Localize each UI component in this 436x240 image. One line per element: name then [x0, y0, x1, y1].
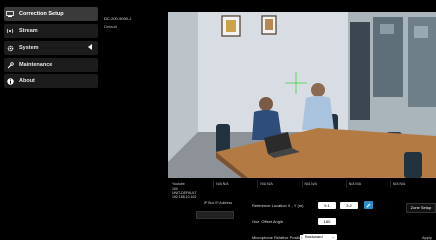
sidebar-item-maintenance[interactable]: Maintenance	[4, 58, 98, 72]
sidebar-item-about[interactable]: About	[4, 74, 98, 88]
settings-panel: Youtube N/A N/A N/A N/A N/A N/A N/A N/A …	[168, 178, 436, 240]
header-cell: N/A N/A	[389, 180, 434, 188]
header-cell: N/A N/A	[345, 180, 390, 188]
info-icon	[4, 77, 16, 85]
chevron-down-icon: ⌄	[331, 234, 335, 239]
camera-view[interactable]	[168, 12, 436, 178]
header-cell: N/A N/A	[213, 180, 257, 188]
sidebar-item-stream[interactable]: Stream	[4, 24, 98, 38]
sidebar-item-correction-setup[interactable]: Correction Setup	[4, 7, 98, 21]
reference-location-label: Reference Location X , Y (m)	[252, 203, 304, 208]
zone-setup-button[interactable]: Zone Setup	[406, 203, 436, 213]
stream-icon	[4, 28, 16, 34]
header-row: Youtube N/A N/A N/A N/A N/A N/A N/A N/A …	[170, 180, 434, 188]
sidebar-item-label: Stream	[19, 28, 38, 34]
pencil-icon	[366, 203, 371, 207]
header-cell: N/A N/A	[301, 180, 346, 188]
device-name: Default	[104, 24, 117, 29]
mic-position-value: Backward	[305, 234, 323, 239]
unit-info: 100 UNIT-DEFAULT 192.168.10.102	[172, 187, 197, 200]
wrench-icon	[4, 61, 16, 69]
edit-location-button[interactable]	[364, 201, 373, 209]
sidebar-item-system[interactable]: System	[4, 41, 98, 55]
monitor-icon	[4, 11, 16, 17]
header-cell: N/A N/A	[257, 180, 301, 188]
disabled-button[interactable]	[196, 211, 234, 219]
device-model: DC-200-9000-J	[104, 16, 132, 21]
hoz-offset-label: Hoz. Offset Angle	[252, 219, 284, 224]
reference-x-input[interactable]: 5.1	[318, 202, 336, 209]
hoz-offset-input[interactable]: 180	[318, 218, 336, 225]
sidebar-item-label: About	[19, 78, 35, 84]
caret-left-icon	[88, 44, 92, 52]
ip-address-label: IP Box IP Address	[204, 201, 233, 205]
sidebar-item-label: Correction Setup	[19, 11, 64, 17]
mic-position-select[interactable]: Backward ⌄	[303, 234, 337, 240]
reference-y-input[interactable]: 3.2	[340, 202, 358, 209]
sidebar-item-label: Maintenance	[19, 62, 53, 68]
sidebar-item-label: System	[19, 45, 39, 51]
sidebar: Correction Setup Stream System Maintenan…	[0, 0, 98, 240]
apply-button[interactable]: Apply	[422, 235, 432, 240]
unit-info-line: 192.168.10.102	[172, 195, 197, 200]
gear-icon	[4, 45, 16, 52]
mic-position-label: Microphone Relative Position	[252, 235, 304, 240]
